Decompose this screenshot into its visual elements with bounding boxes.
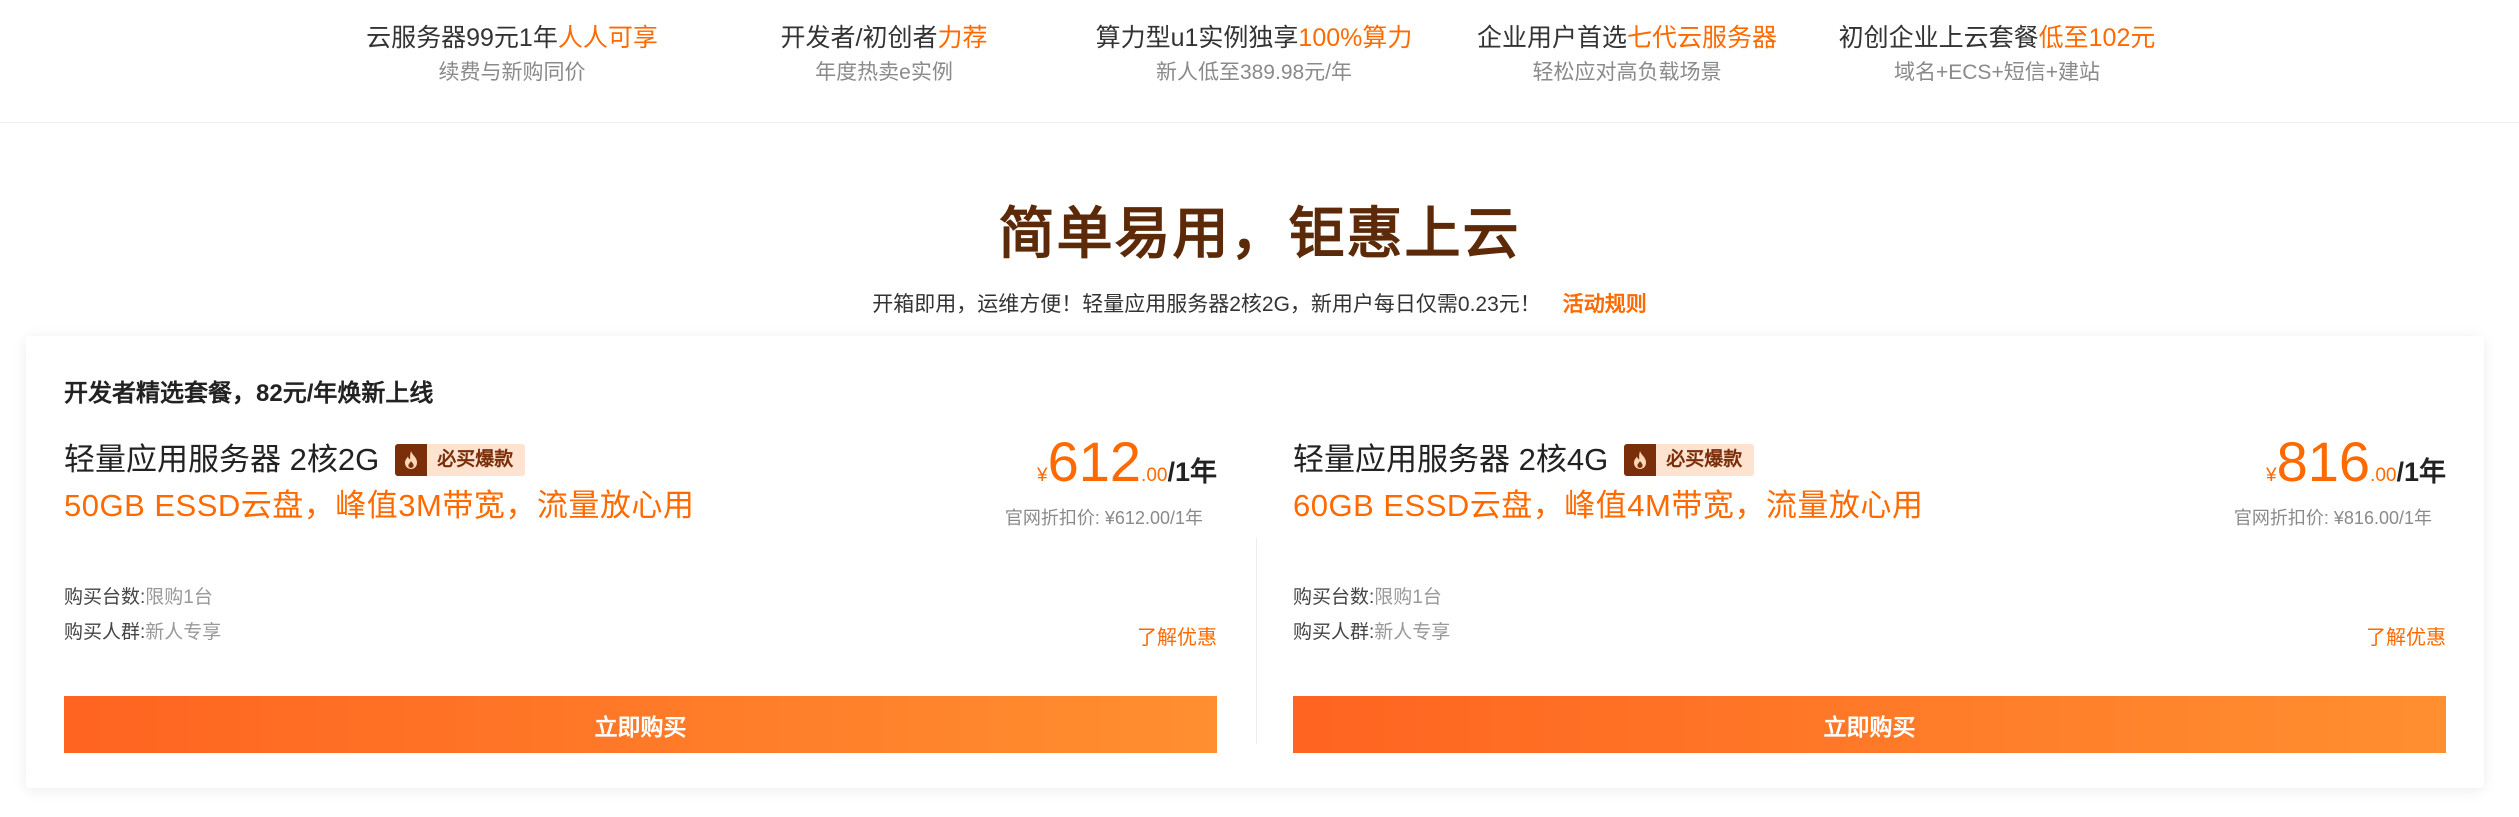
promo-highlight: 低至102元	[2038, 24, 2156, 52]
buy-now-button[interactable]: 立即购买	[64, 696, 1217, 753]
promo-item-1[interactable]: 云服务器99元1年人人可享 续费与新购同价	[312, 20, 712, 88]
purchase-crowd-row: 购买人群:新人专享	[64, 622, 222, 643]
promo-subtitle: 域名+ECS+短信+建站	[1894, 61, 2100, 84]
price: ¥816.00/1年	[2234, 432, 2446, 507]
product-card-2c4g: 轻量应用服务器 2核4G 必买爆款 60GB ESSD云盘，峰值4M带宽，流量放…	[1293, 432, 2446, 770]
promo-item-3[interactable]: 算力型u1实例独享100%算力 新人低至389.98元/年	[1054, 20, 1454, 88]
promo-item-2[interactable]: 开发者/初创者力荐 年度热卖e实例	[684, 20, 1084, 88]
badge-label: 必买爆款	[1656, 444, 1755, 476]
purchase-info: 购买台数:限购1台 购买人群:新人专享	[1293, 580, 1450, 650]
currency-symbol: ¥	[2266, 465, 2277, 486]
promo-subtitle: 年度热卖e实例	[815, 61, 953, 84]
promo-subtitle: 续费与新购同价	[438, 61, 586, 84]
price-decimal: .00	[1141, 465, 1168, 486]
promo-subtitle: 轻松应对高负载场景	[1532, 61, 1722, 84]
product-name-row: 轻量应用服务器 2核4G 必买爆款	[1293, 440, 1755, 480]
promo-title: 企业用户首选七代云服务器	[1476, 24, 1778, 52]
price-unit: /1年	[1167, 457, 1217, 487]
card-divider	[1256, 538, 1257, 744]
activity-rules-link[interactable]: 活动规则	[1563, 293, 1647, 316]
page-headline: 简单易用，钜惠上云	[998, 202, 1521, 265]
promo-highlight: 力荐	[937, 24, 988, 52]
official-price: 官网折扣价: ¥816.00/1年	[2233, 508, 2432, 528]
hot-badge: 必买爆款	[395, 444, 526, 476]
page-subline: 开箱即用，运维方便！轻量应用服务器2核2G，新用户每日仅需0.23元！ 活动规则	[0, 288, 2519, 322]
price-integer: 816	[2276, 430, 2371, 493]
purchase-qty-row: 购买台数:限购1台	[64, 587, 213, 608]
promo-item-4[interactable]: 企业用户首选七代云服务器 轻松应对高负载场景	[1427, 20, 1827, 88]
price-unit: /1年	[2396, 457, 2446, 487]
price-block: ¥612.00/1年 官网折扣价: ¥612.00/1年	[1005, 432, 1217, 531]
price-decimal: .00	[2370, 465, 2397, 486]
product-name: 轻量应用服务器 2核2G	[64, 442, 380, 477]
promo-highlight: 七代云服务器	[1627, 24, 1778, 52]
purchase-crowd-row: 购买人群:新人专享	[1293, 622, 1451, 643]
badge-label: 必买爆款	[427, 444, 526, 476]
buy-now-button[interactable]: 立即购买	[1293, 696, 2446, 753]
promo-title: 算力型u1实例独享100%算力	[1095, 24, 1413, 52]
purchase-info: 购买台数:限购1台 购买人群:新人专享	[64, 580, 221, 650]
subline-text: 开箱即用，运维方便！轻量应用服务器2核2G，新用户每日仅需0.23元！	[872, 293, 1541, 316]
price-integer: 612	[1047, 430, 1142, 493]
promo-item-5[interactable]: 初创企业上云套餐低至102元 域名+ECS+短信+建站	[1797, 20, 2197, 88]
promo-strip: 云服务器99元1年人人可享 续费与新购同价 开发者/初创者力荐 年度热卖e实例 …	[0, 0, 2519, 123]
flame-icon	[1624, 444, 1657, 476]
flame-icon	[395, 444, 428, 476]
panel-title: 开发者精选套餐，82元/年焕新上线	[64, 380, 434, 407]
promo-highlight: 100%算力	[1298, 24, 1413, 52]
hot-badge: 必买爆款	[1624, 444, 1755, 476]
purchase-qty-row: 购买台数:限购1台	[1293, 587, 1442, 608]
offer-panel: 开发者精选套餐，82元/年焕新上线 轻量应用服务器 2核2G 必买爆款 50GB…	[26, 336, 2484, 788]
promo-title: 开发者/初创者力荐	[780, 24, 988, 52]
price-block: ¥816.00/1年 官网折扣价: ¥816.00/1年	[2234, 432, 2446, 531]
promo-title: 初创企业上云套餐低至102元	[1838, 24, 2156, 52]
product-spec: 50GB ESSD云盘，峰值3M带宽，流量放心用	[64, 488, 695, 523]
learn-more-link[interactable]: 了解优惠	[2366, 624, 2446, 652]
learn-more-link[interactable]: 了解优惠	[1137, 624, 1217, 652]
promo-title: 云服务器99元1年人人可享	[366, 24, 658, 52]
product-spec: 60GB ESSD云盘，峰值4M带宽，流量放心用	[1293, 488, 1924, 523]
official-price: 官网折扣价: ¥612.00/1年	[1004, 508, 1203, 528]
promo-subtitle: 新人低至389.98元/年	[1155, 61, 1353, 84]
price: ¥612.00/1年	[1005, 432, 1217, 507]
product-name-row: 轻量应用服务器 2核2G 必买爆款	[64, 440, 526, 480]
product-card-2c2g: 轻量应用服务器 2核2G 必买爆款 50GB ESSD云盘，峰值3M带宽，流量放…	[64, 432, 1217, 770]
product-name: 轻量应用服务器 2核4G	[1293, 442, 1609, 477]
promo-highlight: 人人可享	[557, 24, 658, 52]
currency-symbol: ¥	[1037, 465, 1048, 486]
